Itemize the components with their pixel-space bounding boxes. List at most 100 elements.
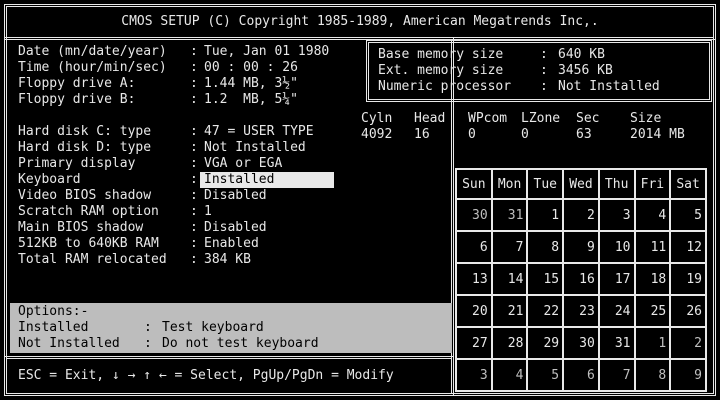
calendar-day[interactable]: 5 <box>526 358 565 392</box>
setting-value[interactable]: Disabled <box>204 220 267 236</box>
setting-label: Time (hour/min/sec) <box>18 60 167 75</box>
calendar-week: 3456789 <box>455 358 707 392</box>
setting-colon: : <box>190 44 198 59</box>
disk-header: Size <box>630 111 662 126</box>
calendar-day[interactable]: 6 <box>455 230 493 264</box>
calendar-day[interactable]: 2 <box>669 326 707 360</box>
calendar-day[interactable]: 10 <box>597 230 636 264</box>
memory-value: 640 KB <box>558 47 605 62</box>
memory-value: Not Installed <box>558 79 660 94</box>
calendar-day[interactable]: 11 <box>633 230 672 264</box>
setting-label: Floppy drive A: <box>18 76 136 91</box>
calendar-day-header: Thu <box>597 168 636 200</box>
setting-value[interactable]: Not Installed <box>204 140 306 156</box>
option-name: Installed <box>18 320 89 335</box>
calendar-day[interactable]: 30 <box>455 198 493 232</box>
setting-colon: : <box>190 60 198 75</box>
calendar-day[interactable]: 3 <box>455 358 493 392</box>
disk-value: 4092 <box>361 127 393 142</box>
calendar-day[interactable]: 19 <box>669 262 707 296</box>
setting-colon: : <box>190 76 198 91</box>
setting-colon: : <box>190 156 198 171</box>
setting-label: Floppy drive B: <box>18 92 136 107</box>
setting-colon: : <box>190 188 198 203</box>
disk-header: Sec <box>576 111 600 126</box>
calendar-day[interactable]: 12 <box>669 230 707 264</box>
memory-colon: : <box>540 47 548 62</box>
option-desc: Test keyboard <box>162 320 264 335</box>
calendar-day[interactable]: 7 <box>597 358 636 392</box>
setting-colon: : <box>190 92 198 107</box>
setting-colon: : <box>190 172 198 187</box>
setting-colon: : <box>190 220 198 235</box>
calendar-day[interactable]: 23 <box>562 294 600 328</box>
calendar-day[interactable]: 1 <box>526 198 565 232</box>
setting-value[interactable]: 00 : 00 : 26 <box>204 60 298 76</box>
setting-colon: : <box>190 236 198 251</box>
calendar-day[interactable]: 9 <box>562 230 600 264</box>
calendar-week: 30 31 1 2 3 4 5 <box>455 198 707 232</box>
calendar-day[interactable]: 25 <box>633 294 672 328</box>
calendar-day[interactable]: 7 <box>490 230 529 264</box>
options-panel: Options:- Installed: Test keyboard Not Ins… <box>10 303 452 353</box>
calendar-day[interactable]: 8 <box>526 230 565 264</box>
setting-value[interactable]: Enabled <box>204 236 259 252</box>
calendar-day[interactable]: 22 <box>526 294 565 328</box>
calendar: Sun Mon Tue Wed Thu Fri Sat 30 31 1 2 3 4 5 6 7 8 9 10 11 1… <box>455 168 707 392</box>
setting-value[interactable]: 1.2 MB, 5¼" <box>204 92 298 108</box>
disk-header: WPcom <box>468 111 508 126</box>
calendar-day[interactable]: 15 <box>526 262 565 296</box>
calendar-day[interactable]: 21 <box>490 294 529 328</box>
calendar-day[interactable]: 24 <box>597 294 636 328</box>
calendar-day[interactable]: 30 <box>562 326 600 360</box>
calendar-day[interactable]: 13 <box>455 262 493 296</box>
calendar-day[interactable]: 20 <box>455 294 493 328</box>
setting-value[interactable]: Installed <box>200 172 334 188</box>
calendar-day[interactable]: 16 <box>562 262 600 296</box>
disk-value: 2014 MB <box>630 127 685 142</box>
calendar-day[interactable]: 28 <box>490 326 529 360</box>
calendar-day[interactable]: 6 <box>562 358 600 392</box>
options-title: Options:- <box>18 304 89 319</box>
calendar-week: 6 7 8 9 10 11 12 <box>455 230 707 264</box>
calendar-day[interactable]: 31 <box>597 326 636 360</box>
page-title: CMOS SETUP (C) Copyright 1985-1989, Amer… <box>121 14 599 29</box>
setting-colon: : <box>190 204 198 219</box>
setting-label: Scratch RAM option <box>18 204 159 219</box>
setting-value[interactable]: 1.44 MB, 3½" <box>204 76 298 92</box>
calendar-day[interactable]: 26 <box>669 294 707 328</box>
setting-colon: : <box>190 252 198 267</box>
setting-value[interactable]: Disabled <box>204 188 267 204</box>
setting-label: Date (mn/date/year) <box>18 44 167 59</box>
calendar-day[interactable]: 4 <box>490 358 529 392</box>
calendar-day[interactable]: 27 <box>455 326 493 360</box>
setting-value[interactable]: 47 = USER TYPE <box>204 124 314 140</box>
setting-colon: : <box>190 140 198 155</box>
calendar-day-header: Wed <box>562 168 600 200</box>
calendar-day[interactable]: 14 <box>490 262 529 296</box>
calendar-day[interactable]: 4 <box>633 198 672 232</box>
setting-value[interactable]: 384 KB <box>204 252 251 268</box>
calendar-day-header: Mon <box>490 168 529 200</box>
calendar-day[interactable]: 8 <box>633 358 672 392</box>
calendar-day[interactable]: 17 <box>597 262 636 296</box>
setting-value[interactable]: VGA or EGA <box>204 156 282 172</box>
footer-help: ESC = Exit, ↓ → ↑ ← = Select, PgUp/PgDn … <box>18 368 394 383</box>
calendar-day[interactable]: 9 <box>669 358 707 392</box>
calendar-day[interactable]: 31 <box>490 198 529 232</box>
calendar-day[interactable]: 29 <box>526 326 565 360</box>
setting-value[interactable]: 1 <box>204 204 212 220</box>
calendar-day[interactable]: 5 <box>669 198 707 232</box>
calendar-day[interactable]: 2 <box>562 198 600 232</box>
disk-value: 0 <box>521 127 529 142</box>
option-colon: : <box>144 320 152 335</box>
calendar-day[interactable]: 1 <box>633 326 672 360</box>
setting-label: Video BIOS shadow <box>18 188 152 203</box>
disk-value: 16 <box>414 127 430 142</box>
setting-label: Primary display <box>18 156 136 171</box>
calendar-day[interactable]: 18 <box>633 262 672 296</box>
setting-colon: : <box>190 124 198 139</box>
calendar-week: 20 21 22 23 24 25 26 <box>455 294 707 328</box>
calendar-day[interactable]: 3 <box>597 198 636 232</box>
setting-value[interactable]: Tue, Jan 01 1980 <box>204 44 329 60</box>
